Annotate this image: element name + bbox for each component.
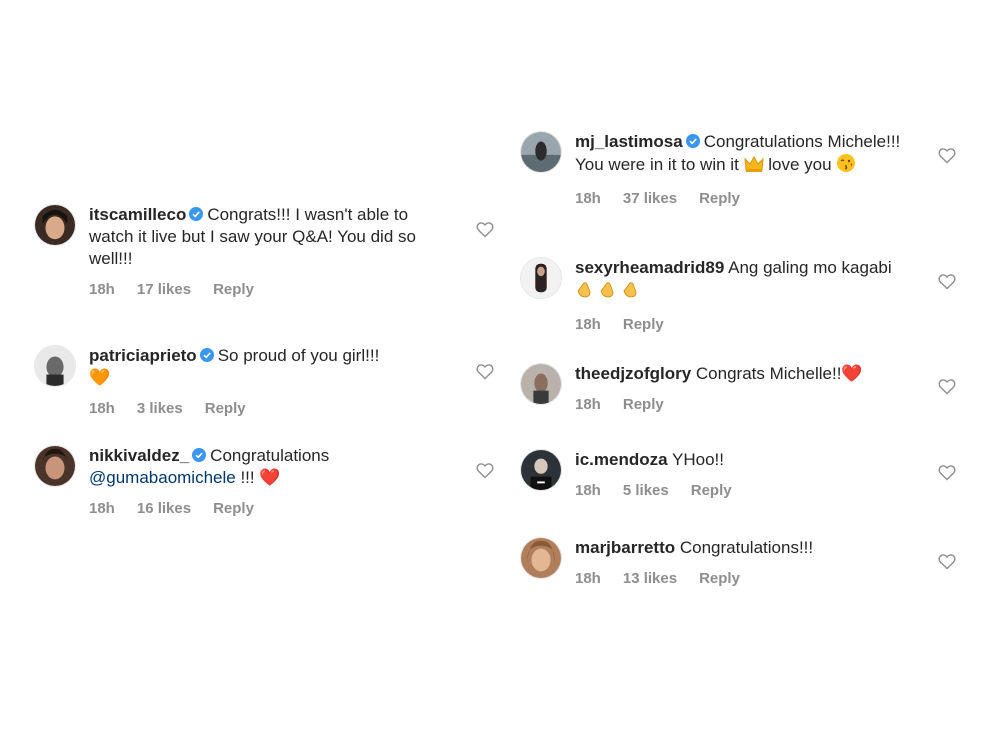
avatar[interactable] — [34, 445, 76, 487]
comment-text: YHoo!! — [672, 450, 724, 469]
clapping-hands-emoji — [575, 279, 643, 305]
reply-button[interactable]: Reply — [623, 316, 664, 333]
username[interactable]: theedjzofglory — [575, 364, 691, 383]
avatar[interactable] — [520, 131, 562, 173]
reply-button[interactable]: Reply — [213, 281, 254, 298]
comment-meta: 18h 3 likes Reply — [89, 398, 434, 420]
comment-body: patriciaprieto So proud of you girl!!! 🧡 … — [89, 345, 434, 420]
heart-outline-icon[interactable] — [476, 221, 494, 238]
comment-body: mj_lastimosa Congratulations Michele!!! Y… — [575, 131, 920, 210]
comment-body: theedjzofglory Congrats Michelle!!❤️ 18h… — [575, 363, 920, 416]
timestamp[interactable]: 18h — [89, 281, 115, 298]
username[interactable]: patriciaprieto — [89, 346, 197, 365]
reply-button[interactable]: Reply — [213, 500, 254, 517]
comment-text: Ang galing mo kagabi — [728, 258, 892, 277]
comment-text: Congratulations!!! — [679, 538, 814, 557]
reply-button[interactable]: Reply — [699, 570, 740, 587]
avatar[interactable] — [520, 537, 562, 579]
reply-button[interactable]: Reply — [691, 482, 732, 499]
avatar[interactable] — [34, 204, 76, 246]
heart-outline-icon[interactable] — [476, 363, 494, 380]
comment-text: Congratulations — [210, 446, 330, 465]
red-heart-emoji: ❤️ — [841, 364, 863, 383]
likes-count[interactable]: 13 likes — [623, 570, 677, 587]
timestamp[interactable]: 18h — [575, 570, 601, 587]
heart-outline-icon[interactable] — [938, 147, 956, 164]
comment-text-after: !!! — [235, 468, 260, 487]
comment-body: sexyrheamadrid89 Ang galing mo kagabi 18… — [575, 257, 920, 336]
comment-body: marjbarretto Congratulations!!! 18h 13 li… — [575, 537, 920, 590]
comment-body: nikkivaldez_ Congratulations @gumabaomich… — [89, 445, 434, 520]
username[interactable]: mj_lastimosa — [575, 132, 683, 151]
heart-outline-icon[interactable] — [938, 378, 956, 395]
avatar[interactable] — [520, 257, 562, 299]
likes-count[interactable]: 17 likes — [137, 281, 191, 298]
orange-heart-emoji: 🧡 — [89, 368, 111, 387]
comment-text: So proud of you girl!!! — [217, 346, 380, 365]
verified-badge-icon — [189, 207, 204, 221]
username[interactable]: sexyrheamadrid89 — [575, 258, 724, 277]
verified-badge-icon — [685, 134, 700, 148]
likes-count[interactable]: 3 likes — [137, 400, 183, 417]
heart-outline-icon[interactable] — [476, 462, 494, 479]
comment-meta: 18h 37 likes Reply — [575, 188, 920, 210]
kiss-emoji — [836, 153, 856, 179]
red-heart-emoji: ❤️ — [259, 468, 281, 487]
reply-button[interactable]: Reply — [699, 190, 740, 207]
likes-count[interactable]: 5 likes — [623, 482, 669, 499]
comment-meta: 18h 13 likes Reply — [575, 568, 920, 590]
reply-button[interactable]: Reply — [205, 400, 246, 417]
avatar[interactable] — [520, 363, 562, 405]
timestamp[interactable]: 18h — [575, 316, 601, 333]
heart-outline-icon[interactable] — [938, 464, 956, 481]
comment-meta: 18h Reply — [575, 314, 920, 336]
comment-meta: 18h 16 likes Reply — [89, 498, 434, 520]
comment-meta: 18h Reply — [575, 394, 920, 416]
comment-text: Congrats Michelle!! — [695, 364, 842, 383]
reply-button[interactable]: Reply — [623, 396, 664, 413]
comment-body: itscamilleco Congrats!!! I wasn't able to… — [89, 204, 434, 301]
crown-emoji — [743, 155, 764, 179]
comment-body: ic.mendoza YHoo!! 18h 5 likes Reply — [575, 449, 920, 502]
verified-badge-icon — [192, 448, 207, 462]
timestamp[interactable]: 18h — [575, 396, 601, 413]
verified-badge-icon — [199, 348, 214, 362]
timestamp[interactable]: 18h — [575, 190, 601, 207]
timestamp[interactable]: 18h — [575, 482, 601, 499]
avatar[interactable] — [520, 449, 562, 491]
username[interactable]: marjbarretto — [575, 538, 675, 557]
heart-outline-icon[interactable] — [938, 273, 956, 290]
comment-text-after: love you — [763, 155, 832, 174]
timestamp[interactable]: 18h — [89, 400, 115, 417]
avatar[interactable] — [34, 345, 76, 387]
timestamp[interactable]: 18h — [89, 500, 115, 517]
username[interactable]: nikkivaldez_ — [89, 446, 189, 465]
comment-meta: 18h 5 likes Reply — [575, 480, 920, 502]
likes-count[interactable]: 16 likes — [137, 500, 191, 517]
mention-link[interactable]: @gumabaomichele — [89, 468, 236, 487]
heart-outline-icon[interactable] — [938, 553, 956, 570]
likes-count[interactable]: 37 likes — [623, 190, 677, 207]
comment-meta: 18h 17 likes Reply — [89, 279, 434, 301]
username[interactable]: itscamilleco — [89, 205, 186, 224]
username[interactable]: ic.mendoza — [575, 450, 668, 469]
